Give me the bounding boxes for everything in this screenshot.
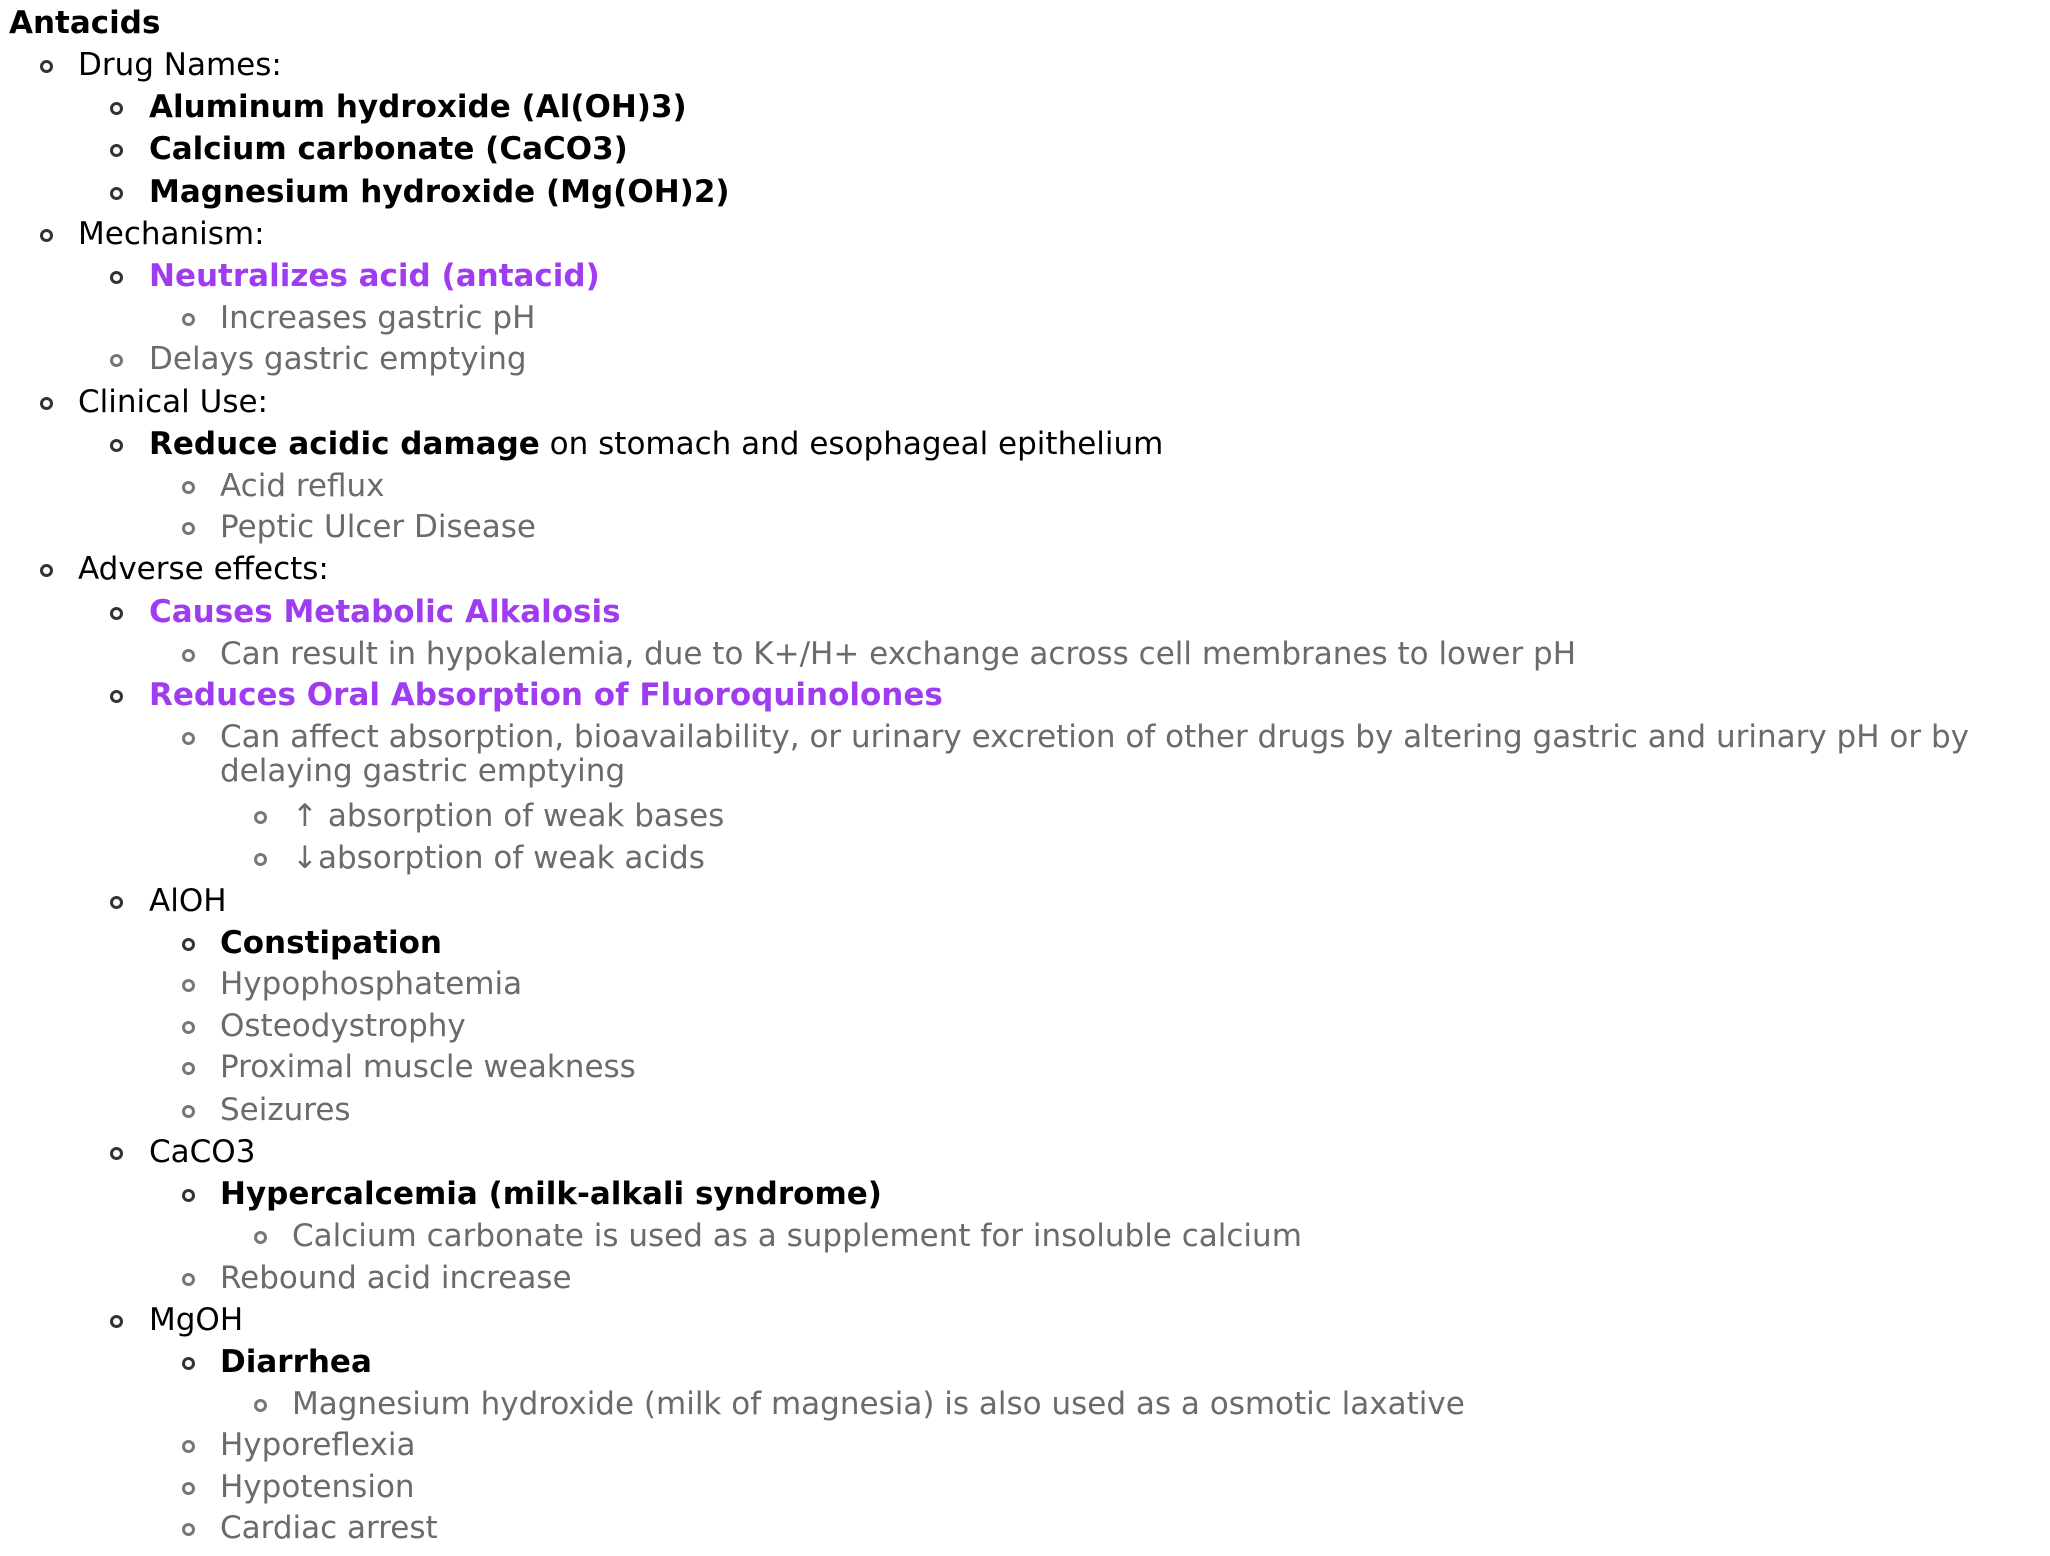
bullet-icon (182, 1062, 195, 1075)
bold-text: Reduce acidic damage (149, 426, 540, 462)
bold-text: Constipation (220, 925, 442, 961)
detail-text: Can affect absorption, bioavailability, … (220, 719, 1969, 789)
highlight-text: Reduces Oral Absorption of Fluoroquinolo… (149, 677, 943, 713)
bullet-icon (254, 1231, 267, 1244)
detail-text: Acid reflux (220, 468, 385, 504)
page-title: Antacids (9, 5, 161, 41)
detail-text: Proximal muscle weakness (220, 1049, 636, 1085)
bullet-icon (110, 354, 123, 367)
detail-text: Hypophosphatemia (220, 966, 523, 1002)
bullet-icon (110, 102, 123, 115)
subsection-label: CaCO3 (149, 1134, 256, 1170)
list-text: Reduce acidic damage on stomach and esop… (149, 423, 1163, 465)
detail-text: Peptic Ulcer Disease (220, 509, 536, 545)
bold-text: Hypercalcemia (milk-alkali syndrome) (220, 1176, 882, 1212)
bullet-icon (40, 60, 53, 73)
bullet-icon (182, 979, 195, 992)
bullet-icon (254, 853, 267, 866)
drug-name: Aluminum hydroxide (Al(OH)3) (149, 89, 687, 125)
detail-text: Osteodystrophy (220, 1008, 466, 1044)
bullet-icon (110, 896, 123, 909)
bullet-icon (254, 1399, 267, 1412)
bullet-icon (182, 1273, 195, 1286)
detail-text: Hyporeflexia (220, 1427, 416, 1463)
bullet-icon (254, 811, 267, 824)
detail-text: Hypotension (220, 1469, 415, 1505)
detail-text: Delays gastric emptying (149, 341, 527, 377)
highlight-text: Neutralizes acid (antacid) (149, 258, 600, 294)
highlight-text: Causes Metabolic Alkalosis (149, 594, 621, 630)
section-label-clinical-use: Clinical Use: (78, 384, 268, 420)
detail-text: Seizures (220, 1092, 351, 1128)
bullet-icon (182, 649, 195, 662)
bullet-icon (110, 690, 123, 703)
drug-name: Magnesium hydroxide (Mg(OH)2) (149, 174, 730, 210)
list-item: Can affect absorption, bioavailability, … (0, 716, 2050, 800)
bullet-icon (182, 1440, 195, 1453)
section-label-adverse: Adverse effects: (78, 551, 329, 587)
detail-text: ↑ absorption of weak bases (292, 798, 725, 834)
bullet-icon (182, 938, 195, 951)
detail-text: Cardiac arrest (220, 1510, 438, 1546)
notes-document: Antacids Drug Names: Aluminum hydroxide … (0, 0, 2050, 1556)
bullet-icon (182, 522, 195, 535)
bullet-icon (182, 1482, 195, 1495)
drug-name: Calcium carbonate (CaCO3) (149, 131, 628, 167)
bullet-icon (110, 1147, 123, 1160)
subsection-label: AlOH (149, 883, 227, 919)
subsection-label: MgOH (149, 1302, 244, 1338)
bullet-icon (182, 732, 195, 745)
bullet-icon (182, 1021, 195, 1034)
detail-text: Calcium carbonate is used as a supplemen… (292, 1218, 1302, 1254)
bullet-icon (40, 229, 53, 242)
bullet-icon (110, 187, 123, 200)
bullet-icon (110, 439, 123, 452)
detail-text: Can result in hypokalemia, due to K+/H+ … (220, 636, 1577, 672)
bullet-icon (182, 1105, 195, 1118)
bullet-icon (110, 271, 123, 284)
bullet-icon (110, 144, 123, 157)
bullet-icon (182, 1357, 195, 1370)
detail-text: ↓absorption of weak acids (292, 840, 705, 876)
bullet-icon (182, 481, 195, 494)
detail-text: Magnesium hydroxide (milk of magnesia) i… (292, 1386, 1465, 1422)
detail-text: Increases gastric pH (220, 300, 536, 336)
bullet-icon (182, 1189, 195, 1202)
detail-text: Rebound acid increase (220, 1260, 572, 1296)
bullet-icon (110, 607, 123, 620)
bullet-icon (40, 397, 53, 410)
section-label-mechanism: Mechanism: (78, 216, 265, 252)
bullet-icon (110, 1315, 123, 1328)
bold-text: Diarrhea (220, 1344, 372, 1380)
bullet-icon (182, 1523, 195, 1536)
section-label-drug-names: Drug Names: (78, 47, 282, 83)
list-text-rest: on stomach and esophageal epithelium (539, 426, 1164, 462)
bullet-icon (40, 564, 53, 577)
bullet-icon (182, 313, 195, 326)
